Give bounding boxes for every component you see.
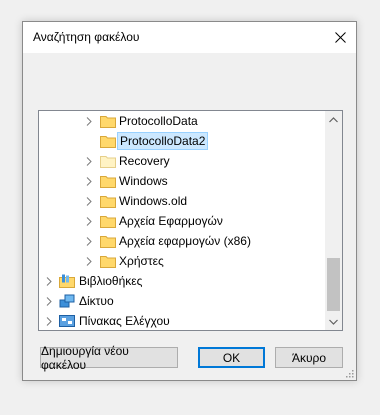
title-bar: Αναζήτηση φακέλου <box>23 22 356 53</box>
chevron-right-icon[interactable] <box>84 216 94 226</box>
tree-item-label: Χρήστες <box>119 254 164 268</box>
tree-item-network[interactable]: Δίκτυο <box>39 291 323 311</box>
folder-icon <box>100 216 116 228</box>
tree-item-label: ProtocolloData2 <box>117 132 209 150</box>
new-folder-label: Δημιουργία νέου φακέλου <box>41 343 129 372</box>
tree-item-recovery[interactable]: Recovery <box>39 151 323 171</box>
new-folder-button[interactable]: Δημιουργία νέου φακέλου <box>40 344 178 372</box>
folder-icon <box>100 136 116 148</box>
scroll-down-button[interactable] <box>325 313 342 330</box>
tree-item-label: ProtocolloData <box>119 114 198 128</box>
tree-item-label: Αρχεία εφαρμογών (x86) <box>119 234 251 248</box>
tree-item-label: Αρχεία Εφαρμογών <box>119 214 223 228</box>
chevron-right-icon[interactable] <box>44 316 54 326</box>
folder-icon <box>100 156 116 168</box>
cancel-button[interactable]: Άκυρο <box>275 347 343 368</box>
folder-icon <box>100 176 116 188</box>
tree-item-label: Windows.old <box>119 194 188 208</box>
folder-icon <box>100 196 116 208</box>
chevron-right-icon[interactable] <box>84 176 94 186</box>
tree-item-label: Πίνακας Ελέγχου <box>79 314 170 328</box>
tree-item-windows-old[interactable]: Windows.old <box>39 191 323 211</box>
chevron-down-icon <box>329 319 338 325</box>
tree-item-libraries[interactable]: Βιβλιοθήκες <box>39 271 323 291</box>
tree-item-program-files-x86[interactable]: Αρχεία εφαρμογών (x86) <box>39 231 323 251</box>
close-icon <box>334 32 346 43</box>
folder-icon <box>100 116 116 128</box>
chevron-right-icon[interactable] <box>84 116 94 126</box>
tree-item-users[interactable]: Χρήστες <box>39 251 323 271</box>
chevron-up-icon <box>329 116 338 122</box>
tree-item-control-panel[interactable]: Πίνακας Ελέγχου <box>39 311 323 330</box>
folder-tree[interactable]: ProtocolloData ProtocolloData2 Recovery <box>38 110 343 331</box>
chevron-right-icon[interactable] <box>84 236 94 246</box>
scrollbar-thumb[interactable] <box>327 258 340 311</box>
libraries-icon <box>59 274 75 288</box>
dialog-title: Αναζήτηση φακέλου <box>33 30 140 44</box>
control-panel-icon <box>59 315 75 327</box>
browse-folder-dialog: Αναζήτηση φακέλου ProtocolloData Protoco… <box>22 21 357 381</box>
chevron-right-icon[interactable] <box>84 256 94 266</box>
tree-item-label: Δίκτυο <box>79 294 114 308</box>
tree-item-protocollodata[interactable]: ProtocolloData <box>39 111 323 131</box>
tree-item-protocollodata2[interactable]: ProtocolloData2 <box>39 131 323 151</box>
close-button[interactable] <box>324 22 356 53</box>
chevron-right-icon[interactable] <box>84 156 94 166</box>
tree-item-label: Recovery <box>119 154 170 168</box>
chevron-right-icon[interactable] <box>84 196 94 206</box>
resize-grip-icon[interactable] <box>344 368 354 378</box>
chevron-right-icon[interactable] <box>44 296 54 306</box>
chevron-right-icon[interactable] <box>44 276 54 286</box>
vertical-scrollbar[interactable] <box>325 111 342 330</box>
tree-item-label: Βιβλιοθήκες <box>79 274 143 288</box>
scroll-up-button[interactable] <box>325 111 342 128</box>
tree-item-program-files[interactable]: Αρχεία Εφαρμογών <box>39 211 323 231</box>
folder-icon <box>100 256 116 268</box>
ok-label: OK <box>222 350 241 365</box>
cancel-label: Άκυρο <box>291 350 327 365</box>
ok-button[interactable]: OK <box>198 347 265 368</box>
network-icon <box>59 294 75 308</box>
tree-item-label: Windows <box>119 174 168 188</box>
tree-item-windows[interactable]: Windows <box>39 171 323 191</box>
folder-icon <box>100 236 116 248</box>
